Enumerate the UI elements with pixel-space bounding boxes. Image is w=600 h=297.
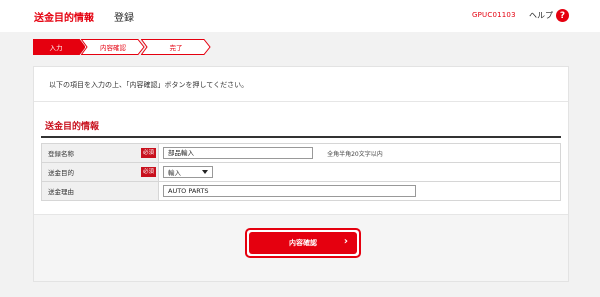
page-header: 送金目的情報 登録 GPUC01103 ヘルプ ?	[0, 0, 600, 32]
confirm-button-frame: 内容確認 ›	[245, 228, 361, 258]
section-rule	[41, 136, 561, 138]
value-cell: 部品輸入 全角半角20文字以内	[158, 143, 561, 163]
table-row: 送金目的 必須 輸入	[41, 162, 561, 182]
help-label: ヘルプ	[529, 11, 553, 20]
instruction-text: 以下の項目を入力の上、「内容確認」ボタンを押してください。	[49, 81, 249, 89]
help-icon[interactable]: ?	[556, 9, 569, 22]
required-badge: 必須	[140, 167, 156, 177]
step-label: 完了	[169, 44, 183, 52]
registration-name-input[interactable]: 部品輸入	[163, 147, 313, 159]
confirm-button-label: 内容確認	[289, 239, 317, 247]
confirm-button[interactable]: 内容確認 ›	[249, 232, 357, 254]
page-subtitle: 登録	[114, 13, 134, 24]
step-complete: 完了	[141, 39, 211, 55]
label-cell: 送金理由	[41, 181, 159, 201]
chevron-down-icon	[202, 170, 208, 174]
input-hint: 全角半角20文字以内	[327, 150, 383, 158]
field-label-reason: 送金理由	[48, 188, 74, 196]
field-label-registration-name: 登録名称	[48, 150, 74, 158]
reason-input[interactable]: AUTO PARTS	[163, 185, 416, 197]
chevron-right-icon: ›	[343, 236, 348, 247]
page-title: 送金目的情報	[34, 13, 94, 24]
table-row: 登録名称 必須 部品輸入 全角半角20文字以内	[41, 143, 561, 163]
table-row: 送金理由 AUTO PARTS	[41, 181, 561, 201]
screen-code: GPUC01103	[472, 11, 516, 19]
main-card: 以下の項目を入力の上、「内容確認」ボタンを押してください。 送金目的情報 登録名…	[33, 66, 569, 282]
purpose-select[interactable]: 輸入	[163, 166, 213, 178]
step-label: 入力	[49, 44, 63, 52]
step-input: 入力	[33, 39, 85, 55]
divider	[34, 101, 568, 102]
label-cell: 登録名称 必須	[41, 143, 159, 163]
section-title: 送金目的情報	[45, 122, 100, 132]
required-badge: 必須	[140, 148, 156, 158]
value-cell: AUTO PARTS	[158, 181, 561, 201]
value-cell: 輸入	[158, 162, 561, 182]
select-value: 輸入	[168, 169, 181, 177]
field-label-purpose: 送金目的	[48, 169, 74, 177]
step-label: 内容確認	[100, 44, 126, 52]
step-confirm: 内容確認	[81, 39, 145, 55]
label-cell: 送金目的 必須	[41, 162, 159, 182]
form-table: 登録名称 必須 部品輸入 全角半角20文字以内 送金目的 必須 輸入 送金理由 …	[41, 143, 561, 201]
help-link[interactable]: ヘルプ ?	[529, 9, 569, 22]
